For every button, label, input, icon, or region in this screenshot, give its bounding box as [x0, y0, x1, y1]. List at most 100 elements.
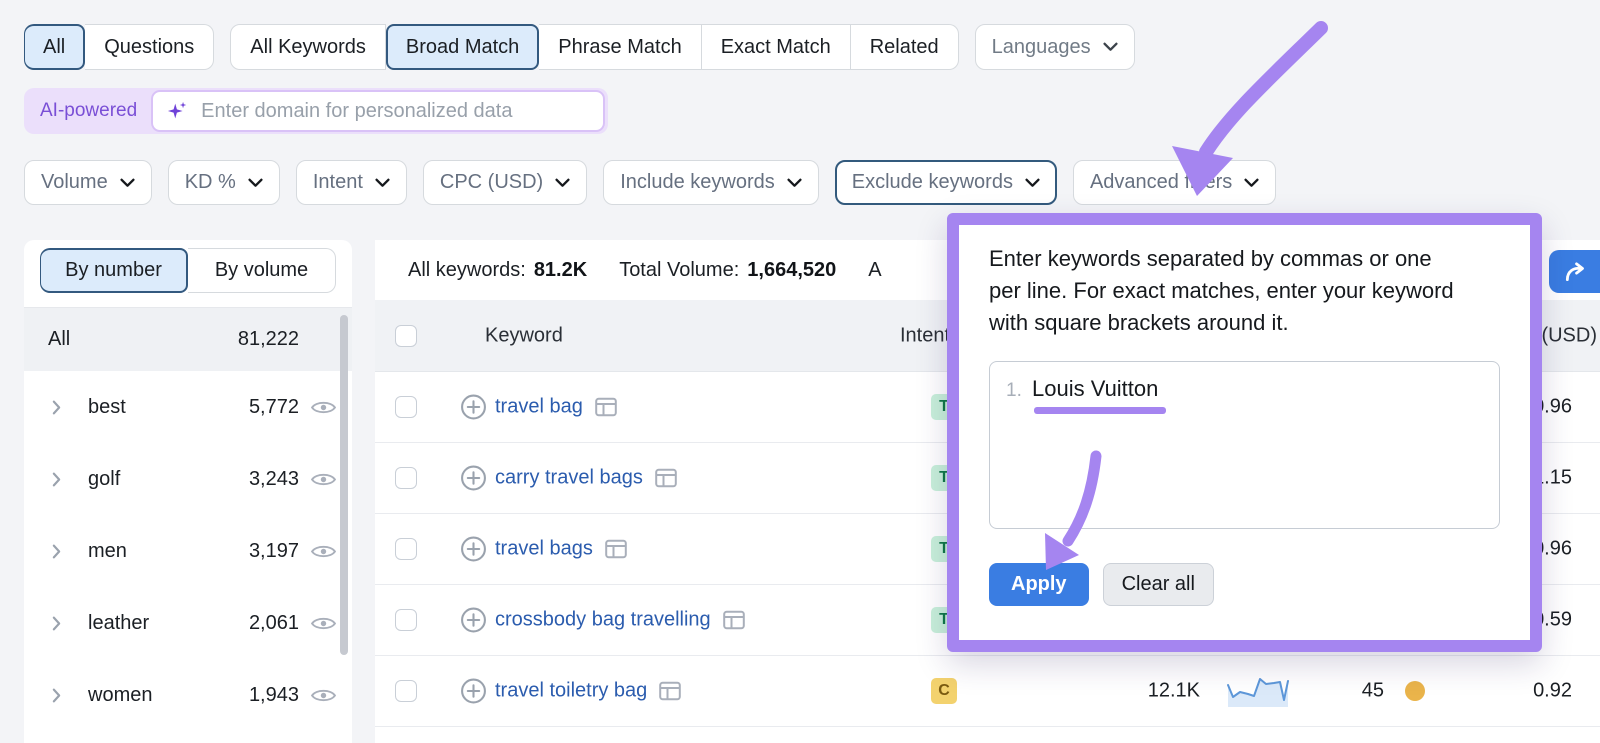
total-volume-value: 1,664,520 — [747, 258, 837, 281]
include-keywords-dropdown[interactable]: Include keywords — [603, 160, 819, 205]
advanced-filters-dropdown[interactable]: Advanced filters — [1072, 160, 1277, 205]
keyword-link[interactable]: crossbody bag travelling — [495, 609, 711, 632]
languages-label: Languages — [991, 35, 1091, 58]
tab-phrase-match[interactable]: Phrase Match — [539, 24, 702, 70]
line-number: 1. — [1006, 380, 1022, 402]
row-checkbox[interactable] — [395, 538, 417, 560]
chevron-right-icon — [52, 616, 61, 630]
sidebar-all-count: 81,222 — [237, 328, 299, 350]
tab-questions[interactable]: Questions — [85, 24, 215, 70]
all-keywords-label: All keywords: — [408, 258, 526, 281]
keyword-link[interactable]: travel toiletry bag — [495, 680, 647, 703]
chevron-down-icon — [787, 178, 802, 187]
keyword-link[interactable]: carry travel bags — [495, 467, 643, 490]
eye-icon[interactable] — [311, 543, 336, 560]
kd-filter-dropdown[interactable]: KD % — [167, 160, 280, 205]
sidebar-item-golf[interactable]: golf 3,243 — [24, 443, 352, 515]
row-checkbox[interactable] — [395, 396, 417, 418]
share-arrow-icon — [1565, 261, 1584, 281]
row-checkbox[interactable] — [395, 609, 417, 631]
serp-features-icon[interactable] — [655, 468, 677, 488]
add-keyword-icon[interactable] — [460, 394, 487, 421]
sidebar-item-men[interactable]: men 3,197 — [24, 515, 352, 587]
eye-icon[interactable] — [311, 615, 336, 632]
serp-features-icon[interactable] — [605, 539, 627, 559]
row-checkbox[interactable] — [395, 680, 417, 702]
clear-all-button[interactable]: Clear all — [1102, 563, 1214, 607]
sidebar-scrollbar[interactable] — [340, 315, 348, 655]
add-keyword-icon[interactable] — [460, 678, 487, 705]
kd-difficulty-dot — [1405, 681, 1425, 701]
total-volume-label: Total Volume: — [619, 258, 740, 281]
chevron-down-icon — [120, 178, 135, 187]
ai-powered-bar: AI-powered — [24, 88, 608, 134]
serp-features-icon[interactable] — [595, 397, 617, 417]
include-keywords-label: Include keywords — [620, 171, 775, 193]
column-header-keyword: Keyword — [485, 324, 563, 346]
match-type-group: All Keywords Broad Match Phrase Match Ex… — [230, 24, 959, 70]
row-checkbox[interactable] — [395, 467, 417, 489]
languages-dropdown[interactable]: Languages — [974, 24, 1135, 70]
apply-button[interactable]: Apply — [989, 563, 1089, 607]
tab-all[interactable]: All — [24, 24, 86, 70]
tab-exact-match[interactable]: Exact Match — [701, 24, 851, 70]
serp-features-icon[interactable] — [659, 681, 682, 701]
sidebar-item-women[interactable]: women 1,943 — [24, 659, 352, 731]
advanced-filters-label: Advanced filters — [1089, 171, 1233, 193]
tab-related[interactable]: Related — [850, 24, 959, 70]
sidebar-item-best[interactable]: best 5,772 — [24, 371, 352, 443]
filters-row: Volume KD % Intent CPC (USD) Include key… — [24, 160, 1277, 205]
eye-icon[interactable] — [311, 687, 336, 704]
export-button[interactable] — [1549, 250, 1600, 293]
chevron-right-icon — [52, 544, 61, 558]
ai-powered-badge: AI-powered — [40, 100, 138, 121]
exclude-keywords-label: Exclude keywords — [851, 171, 1013, 193]
cpc-filter-dropdown[interactable]: CPC (USD) — [422, 160, 588, 205]
chevron-down-icon — [1103, 42, 1118, 51]
select-all-checkbox[interactable] — [395, 324, 417, 347]
column-header-intent: Intent — [900, 324, 951, 346]
keyword-link[interactable]: travel bags — [495, 538, 593, 561]
chevron-down-icon — [1025, 178, 1040, 187]
keyword-groups-sidebar: By number By volume All 81,222 best 5,77… — [24, 240, 352, 743]
top-tabs-row: All Questions All Keywords Broad Match P… — [24, 24, 1135, 70]
add-keyword-icon[interactable] — [460, 607, 487, 634]
add-keyword-icon[interactable] — [460, 536, 487, 563]
sidebar-item-all[interactable]: All 81,222 — [24, 307, 352, 371]
group-label: golf — [88, 467, 121, 490]
keyword-highlight-underline — [1034, 407, 1166, 415]
popup-instruction: Enter keywords separated by commas or on… — [989, 246, 1454, 336]
chevron-down-icon — [555, 178, 570, 187]
sort-by-volume-button[interactable]: By volume — [188, 248, 336, 293]
all-keywords-value: 81.2K — [533, 258, 588, 281]
group-count: 5,772 — [248, 395, 299, 418]
eye-icon[interactable] — [311, 471, 336, 488]
keyword-link[interactable]: travel bag — [495, 396, 583, 419]
intent-filter-dropdown[interactable]: Intent — [295, 160, 407, 205]
chevron-right-icon — [52, 688, 61, 702]
sidebar-item-leather[interactable]: leather 2,061 — [24, 587, 352, 659]
exclude-keywords-dropdown[interactable]: Exclude keywords — [834, 160, 1057, 205]
tab-all-keywords[interactable]: All Keywords — [230, 24, 386, 70]
kd-value: 45 — [1361, 679, 1384, 702]
exclude-keywords-popup: Enter keywords separated by commas or on… — [947, 213, 1542, 652]
sort-by-number-button[interactable]: By number — [40, 248, 188, 293]
add-keyword-icon[interactable] — [460, 465, 487, 492]
domain-input[interactable] — [201, 99, 589, 123]
volume-value: 12.1K — [1147, 679, 1200, 702]
group-label: men — [88, 539, 127, 562]
sparkle-icon — [168, 101, 187, 119]
group-count: 1,943 — [248, 683, 299, 706]
chevron-right-icon — [52, 400, 61, 414]
exclude-keywords-textarea[interactable]: 1. Louis Vuitton — [989, 361, 1500, 530]
volume-filter-dropdown[interactable]: Volume — [24, 160, 152, 205]
excluded-keyword-text: Louis Vuitton — [1032, 376, 1159, 402]
stats-cutoff-fragment: A — [868, 258, 882, 281]
cpc-value: 0.92 — [1533, 679, 1572, 702]
eye-icon[interactable] — [311, 399, 336, 416]
chevron-down-icon — [375, 178, 390, 187]
tab-broad-match[interactable]: Broad Match — [385, 24, 540, 70]
serp-features-icon[interactable] — [722, 610, 745, 630]
group-count: 3,243 — [248, 467, 299, 490]
sidebar-all-label: All — [48, 328, 71, 350]
